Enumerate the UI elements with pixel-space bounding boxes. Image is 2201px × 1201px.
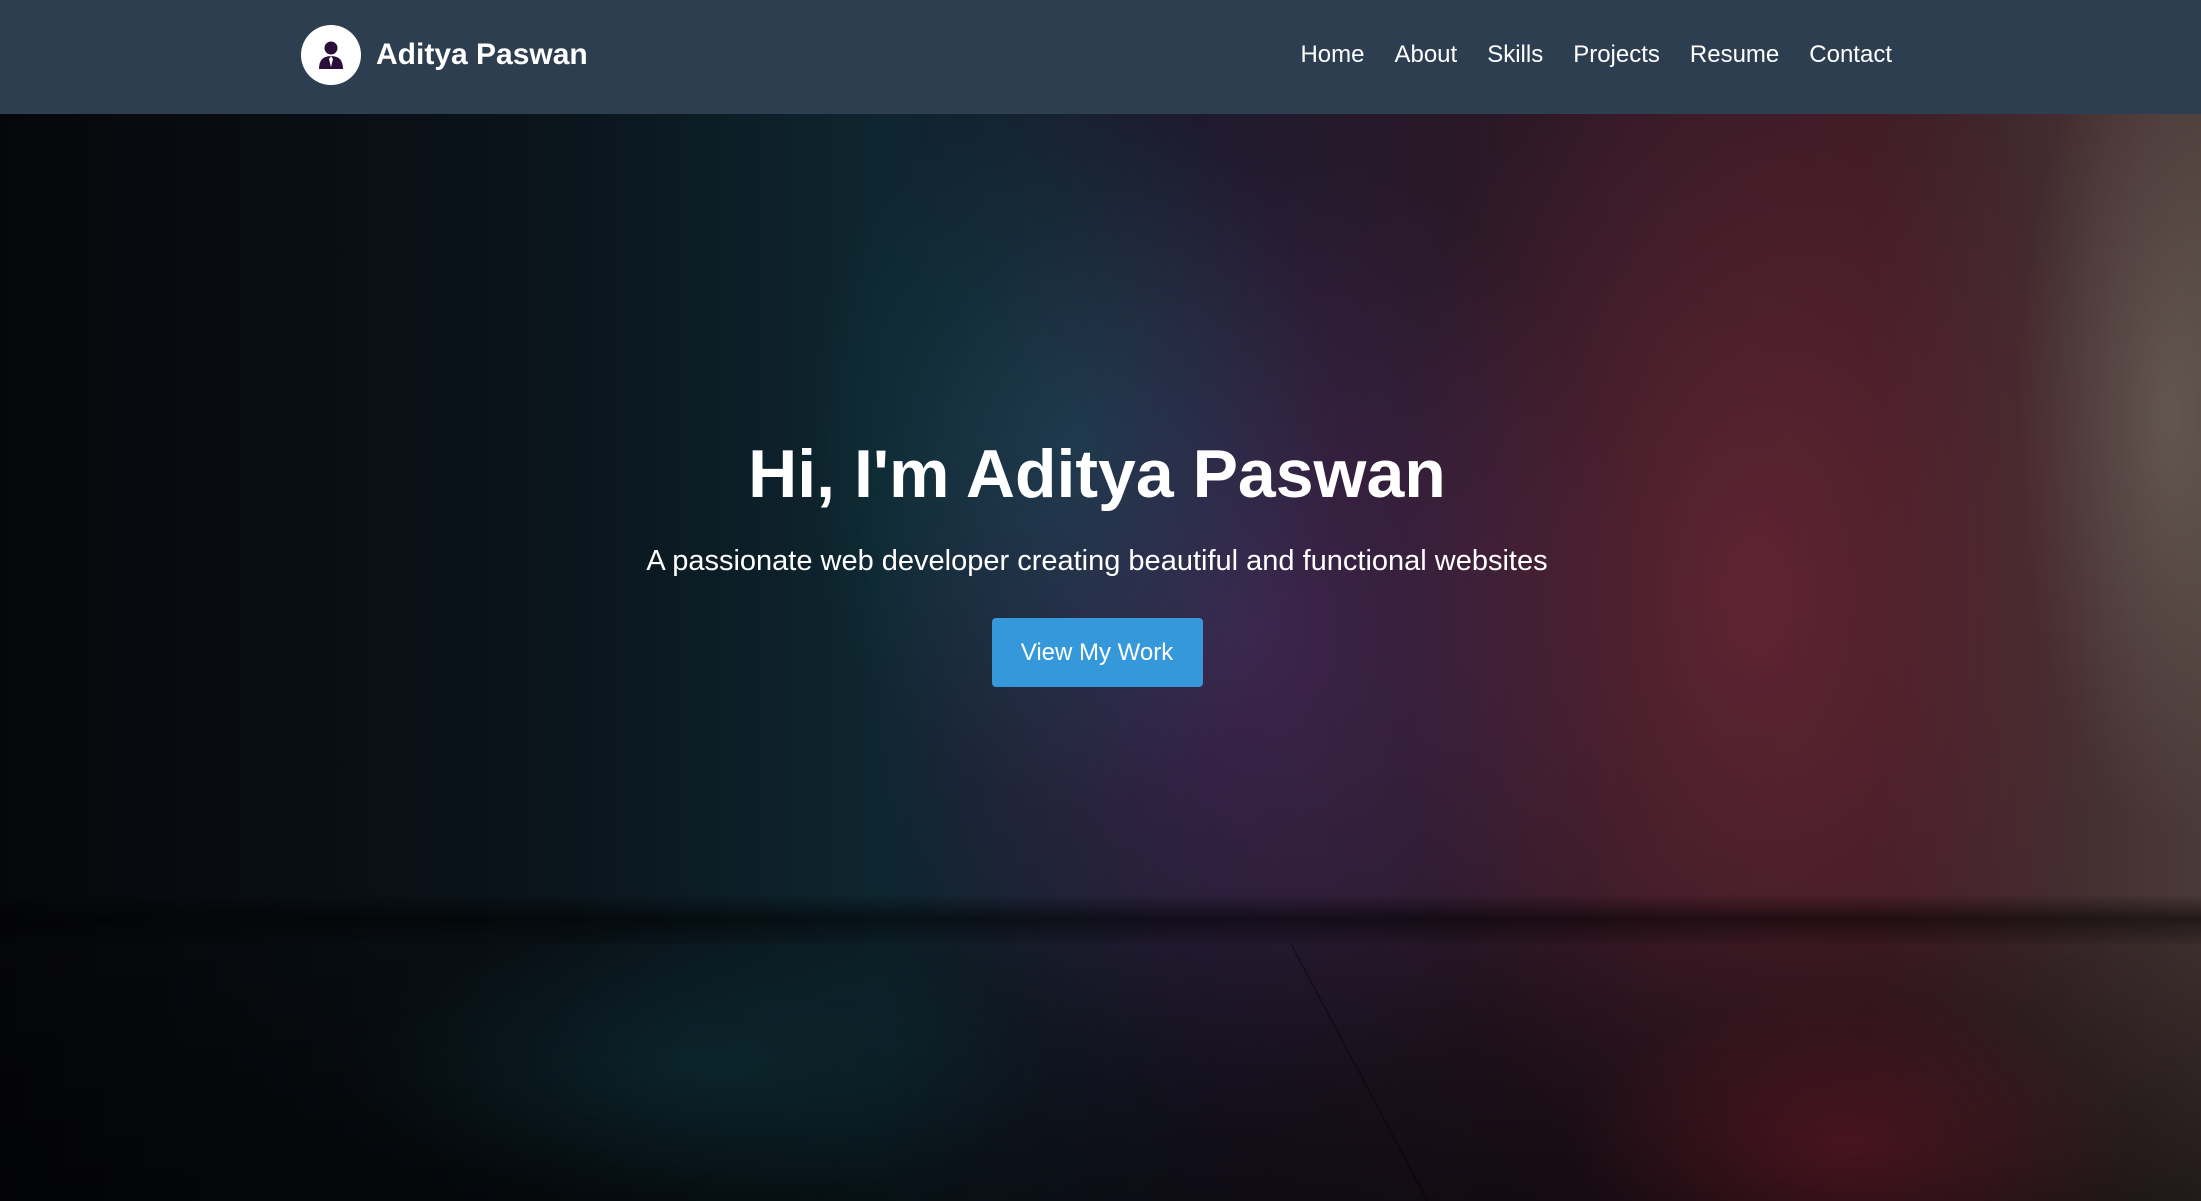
hero-subtitle: A passionate web developer creating beau… bbox=[646, 544, 1548, 577]
hero-title: Hi, I'm Aditya Paswan bbox=[748, 436, 1446, 512]
navbar: Aditya Paswan Home About Skills Projects… bbox=[0, 0, 2201, 114]
user-avatar-icon bbox=[301, 25, 361, 85]
nav-item-about: About bbox=[1394, 41, 1457, 69]
hero-background-floor-edge bbox=[0, 894, 2201, 944]
nav-link-about[interactable]: About bbox=[1394, 41, 1457, 68]
nav-link-resume[interactable]: Resume bbox=[1690, 41, 1779, 68]
hero-content: Hi, I'm Aditya Paswan A passionate web d… bbox=[0, 434, 2194, 688]
nav-link-projects[interactable]: Projects bbox=[1573, 41, 1660, 68]
view-my-work-button[interactable]: View My Work bbox=[991, 618, 1203, 688]
brand[interactable]: Aditya Paswan bbox=[301, 25, 588, 85]
nav-item-resume: Resume bbox=[1690, 41, 1779, 69]
nav-item-home: Home bbox=[1300, 41, 1364, 69]
nav-link-contact[interactable]: Contact bbox=[1809, 41, 1892, 68]
nav-item-contact: Contact bbox=[1809, 41, 1892, 69]
person-icon bbox=[319, 41, 343, 69]
nav-link-skills[interactable]: Skills bbox=[1487, 41, 1543, 68]
nav-link-home[interactable]: Home bbox=[1300, 41, 1364, 68]
hero-background-floor bbox=[0, 944, 2201, 1201]
nav-item-skills: Skills bbox=[1487, 41, 1543, 69]
brand-name: Aditya Paswan bbox=[376, 38, 588, 71]
nav-item-projects: Projects bbox=[1573, 41, 1660, 69]
nav-menu: Home About Skills Projects Resume Contac… bbox=[1270, 0, 1892, 110]
